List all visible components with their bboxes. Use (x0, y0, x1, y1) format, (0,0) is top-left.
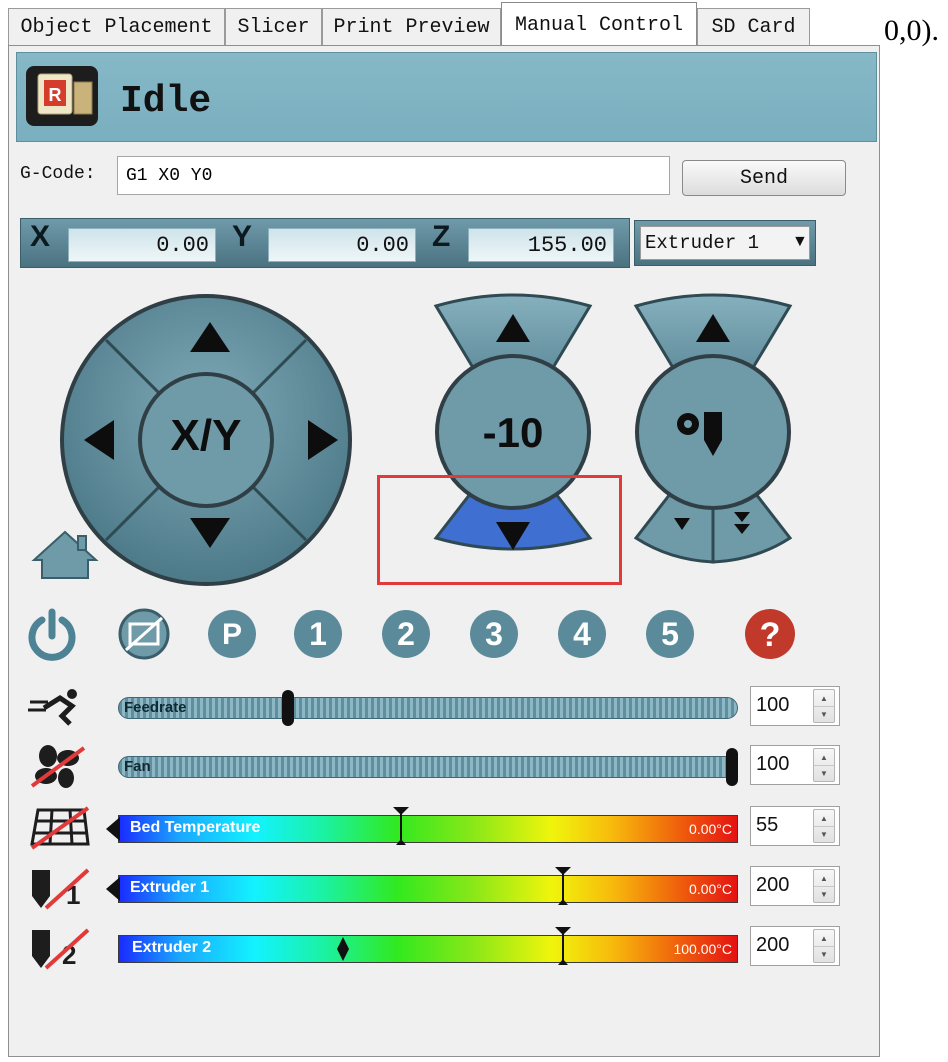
heated-bed-icon (30, 806, 90, 850)
extruder-1-icon: 1 (32, 868, 90, 910)
spin-down-icon[interactable]: ▼ (814, 765, 834, 781)
feedrate-label: Feedrate (124, 699, 187, 716)
preset-3-icon[interactable]: 3 (470, 610, 518, 658)
tab-manual-control[interactable]: Manual Control (501, 2, 697, 47)
spin-down-icon[interactable]: ▼ (814, 706, 834, 722)
gcode-label: G-Code: (20, 164, 96, 184)
extruder-2-icon: 2 (32, 928, 90, 970)
home-button[interactable] (30, 528, 100, 580)
send-button[interactable]: Send (682, 160, 846, 196)
spin-down-icon[interactable]: ▼ (814, 886, 834, 902)
tab-sd-card[interactable]: SD Card (697, 8, 810, 46)
annotation-text: 0,0). (884, 14, 939, 47)
power-icon[interactable] (28, 608, 76, 661)
repetier-logo-icon: R (26, 66, 98, 126)
svg-text:4: 4 (573, 616, 591, 652)
fan-value[interactable]: 100 (756, 753, 789, 776)
y-position-value: 0.00 (268, 228, 416, 262)
svg-text:R: R (49, 85, 62, 105)
z-axis-label: Z (432, 220, 451, 253)
bed-current-temp: 0.00°C (689, 821, 732, 837)
extruder-2-label: Extruder 2 (132, 939, 212, 956)
extruder-1-current-temp: 0.00°C (689, 881, 732, 897)
z-position-value: 155.00 (468, 228, 614, 262)
x-plus-button[interactable] (306, 418, 340, 462)
svg-text:3: 3 (485, 616, 503, 652)
bed-current-marker (106, 817, 120, 841)
extruder-2-current-temp: 100.00°C (673, 941, 732, 957)
feedrate-icon (28, 689, 77, 726)
feedrate-slider[interactable] (118, 697, 738, 719)
extruder-select[interactable]: Extruder 1 (640, 226, 810, 260)
feedrate-stepper[interactable]: ▲ ▼ (813, 689, 835, 723)
bed-target-marker[interactable] (392, 806, 410, 846)
tab-slicer[interactable]: Slicer (225, 8, 322, 46)
y-plus-button[interactable] (188, 320, 232, 354)
fan-slider[interactable] (118, 756, 738, 778)
spin-down-icon[interactable]: ▼ (814, 946, 834, 962)
arrow-right-icon (308, 420, 338, 460)
help-icon[interactable]: ? (745, 609, 795, 659)
preset-5-icon[interactable]: 5 (646, 610, 694, 658)
tab-object-placement[interactable]: Object Placement (8, 8, 225, 46)
svg-text:1: 1 (309, 616, 327, 652)
extruder-2-target-stepper[interactable]: ▲ ▼ (813, 929, 835, 963)
svg-text:?: ? (760, 616, 781, 654)
z-step-label[interactable]: -10 (483, 409, 544, 456)
status-text: Idle (120, 80, 212, 123)
extruder-1-target-marker[interactable] (554, 866, 572, 906)
fan-label: Fan (124, 758, 151, 775)
extruder-2-target-marker[interactable] (554, 926, 572, 966)
motors-off-icon[interactable] (118, 608, 170, 660)
y-axis-label: Y (232, 220, 253, 253)
gcode-input[interactable] (117, 156, 670, 195)
chevron-down-icon[interactable]: ▼ (792, 226, 808, 258)
svg-text:2: 2 (397, 616, 415, 652)
svg-text:5: 5 (661, 616, 679, 652)
spin-up-icon[interactable]: ▲ (814, 690, 834, 707)
extruder-1-target-value[interactable]: 200 (756, 874, 789, 897)
preset-2-icon[interactable]: 2 (382, 610, 430, 658)
spin-up-icon[interactable]: ▲ (814, 870, 834, 887)
spin-up-icon[interactable]: ▲ (814, 810, 834, 827)
feedrate-slider-thumb[interactable] (282, 690, 295, 726)
xy-label: X/Y (171, 411, 242, 460)
extruder-2-target-value[interactable]: 200 (756, 934, 789, 957)
function-icon-row: P 1 2 3 4 5 ? (28, 608, 795, 661)
x-axis-label: X (30, 220, 51, 253)
park-icon[interactable]: P (208, 610, 256, 658)
spin-down-icon[interactable]: ▼ (814, 826, 834, 842)
bed-target-value[interactable]: 55 (756, 814, 778, 837)
extruder-1-target-stepper[interactable]: ▲ ▼ (813, 869, 835, 903)
extruder-1-current-marker (106, 877, 120, 901)
arrow-down-icon (190, 518, 230, 548)
home-icon (31, 530, 99, 579)
tab-print-preview[interactable]: Print Preview (322, 8, 501, 46)
arrow-left-icon (84, 420, 114, 460)
spin-up-icon[interactable]: ▲ (814, 749, 834, 766)
arrow-up-icon (190, 322, 230, 352)
bed-temperature-label: Bed Temperature (130, 819, 261, 836)
fan-stepper[interactable]: ▲ ▼ (813, 748, 835, 782)
preset-4-icon[interactable]: 4 (558, 610, 606, 658)
y-minus-button[interactable] (188, 516, 232, 550)
x-minus-button[interactable] (82, 418, 116, 462)
spin-up-icon[interactable]: ▲ (814, 930, 834, 947)
fan-icon (30, 745, 86, 788)
preset-1-icon[interactable]: 1 (294, 610, 342, 658)
highlight-box (377, 475, 622, 585)
extruder-jog-control (633, 293, 793, 564)
bed-target-stepper[interactable]: ▲ ▼ (813, 809, 835, 843)
feedrate-value[interactable]: 100 (756, 694, 789, 717)
extruder-1-label: Extruder 1 (130, 879, 210, 896)
fan-slider-thumb[interactable] (726, 748, 738, 786)
extruder-2-current-marker (337, 937, 349, 961)
svg-text:P: P (222, 618, 242, 651)
x-position-value: 0.00 (68, 228, 216, 262)
